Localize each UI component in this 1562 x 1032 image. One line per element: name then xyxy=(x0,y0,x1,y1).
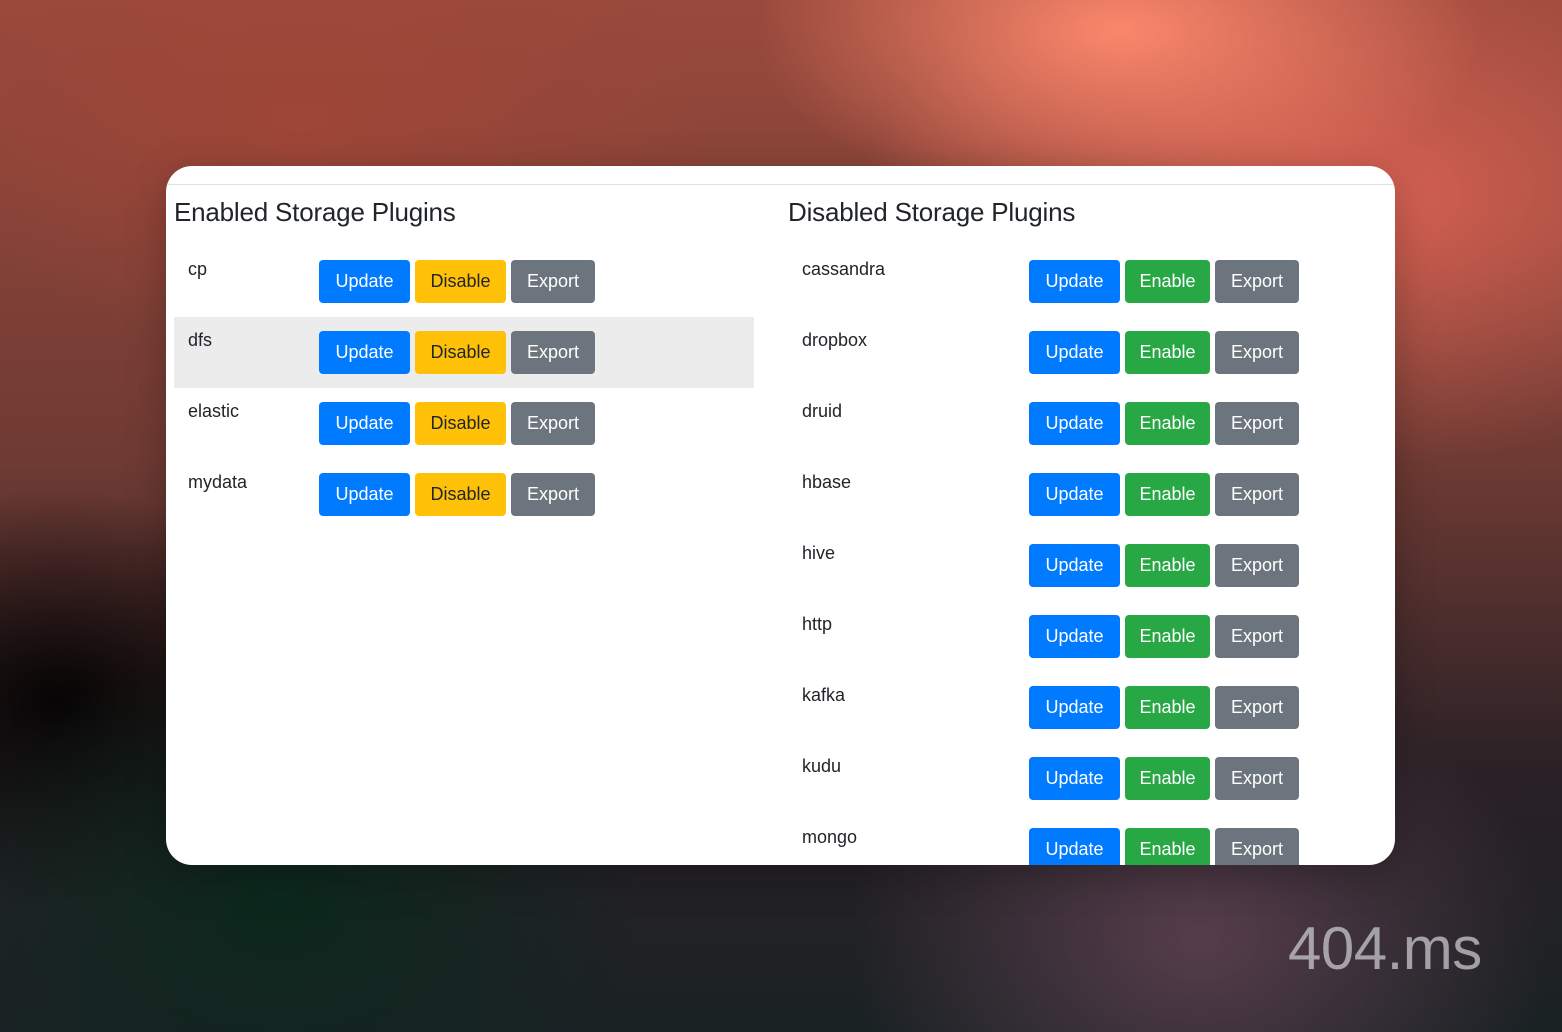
enable-button[interactable]: Enable xyxy=(1125,260,1210,303)
plugin-name: mydata xyxy=(188,472,248,492)
plugin-actions: Update Enable Export xyxy=(1029,260,1299,303)
plugin-name: dropbox xyxy=(802,330,868,350)
plugin-name: druid xyxy=(802,401,843,421)
plugin-name: hbase xyxy=(802,472,852,492)
plugin-name: cassandra xyxy=(802,259,886,279)
disable-button[interactable]: Disable xyxy=(415,260,506,303)
plugin-name: kudu xyxy=(802,756,842,776)
plugin-actions: Update Enable Export xyxy=(1029,686,1299,729)
enabled-plugins-section: Enabled Storage Plugins cp Update Disabl… xyxy=(174,194,754,530)
plugin-row-hbase: hbase Update Enable Export xyxy=(788,459,1378,530)
plugin-row-mongo: mongo Update Enable Export xyxy=(788,814,1378,865)
export-button[interactable]: Export xyxy=(1215,402,1299,445)
plugin-row-dropbox: dropbox Update Enable Export xyxy=(788,317,1378,388)
top-divider xyxy=(166,184,1395,185)
plugin-actions: Update Enable Export xyxy=(1029,544,1299,587)
enable-button[interactable]: Enable xyxy=(1125,757,1210,800)
enabled-plugins-list: cp Update Disable Export dfs Update Disa… xyxy=(174,246,754,530)
export-button[interactable]: Export xyxy=(1215,828,1299,865)
plugin-row-druid: druid Update Enable Export xyxy=(788,388,1378,459)
plugin-row-kudu: kudu Update Enable Export xyxy=(788,743,1378,814)
export-button[interactable]: Export xyxy=(1215,473,1299,516)
export-button[interactable]: Export xyxy=(511,473,595,516)
update-button[interactable]: Update xyxy=(1029,544,1120,587)
update-button[interactable]: Update xyxy=(1029,686,1120,729)
disabled-plugins-section: Disabled Storage Plugins cassandra Updat… xyxy=(788,194,1378,865)
plugin-name: http xyxy=(802,614,833,634)
update-button[interactable]: Update xyxy=(1029,402,1120,445)
plugin-name: cp xyxy=(188,259,208,279)
export-button[interactable]: Export xyxy=(511,402,595,445)
export-button[interactable]: Export xyxy=(1215,757,1299,800)
export-button[interactable]: Export xyxy=(1215,260,1299,303)
export-button[interactable]: Export xyxy=(1215,544,1299,587)
enable-button[interactable]: Enable xyxy=(1125,686,1210,729)
plugin-actions: Update Enable Export xyxy=(1029,473,1299,516)
plugin-name: elastic xyxy=(188,401,240,421)
update-button[interactable]: Update xyxy=(319,402,410,445)
plugin-actions: Update Enable Export xyxy=(1029,331,1299,374)
plugin-row-kafka: kafka Update Enable Export xyxy=(788,672,1378,743)
enable-button[interactable]: Enable xyxy=(1125,544,1210,587)
plugin-row-elastic: elastic Update Disable Export xyxy=(174,388,754,459)
disable-button[interactable]: Disable xyxy=(415,402,506,445)
update-button[interactable]: Update xyxy=(319,473,410,516)
enabled-plugins-title: Enabled Storage Plugins xyxy=(174,197,456,227)
enable-button[interactable]: Enable xyxy=(1125,615,1210,658)
enable-button[interactable]: Enable xyxy=(1125,331,1210,374)
update-button[interactable]: Update xyxy=(1029,473,1120,516)
plugin-row-cassandra: cassandra Update Enable Export xyxy=(788,246,1378,317)
plugin-name: kafka xyxy=(802,685,846,705)
plugin-row-hive: hive Update Enable Export xyxy=(788,530,1378,601)
update-button[interactable]: Update xyxy=(1029,331,1120,374)
plugin-actions: Update Disable Export xyxy=(319,473,595,516)
plugin-name: mongo xyxy=(802,827,858,847)
plugin-actions: Update Enable Export xyxy=(1029,615,1299,658)
plugin-row-mydata: mydata Update Disable Export xyxy=(174,459,754,530)
update-button[interactable]: Update xyxy=(319,260,410,303)
plugin-row-dfs: dfs Update Disable Export xyxy=(174,317,754,388)
export-button[interactable]: Export xyxy=(511,331,595,374)
disabled-plugins-title: Disabled Storage Plugins xyxy=(788,197,1076,227)
plugin-name: hive xyxy=(802,543,836,563)
app-window: Enabled Storage Plugins cp Update Disabl… xyxy=(166,166,1395,865)
disabled-plugins-list: cassandra Update Enable Export dropbox U… xyxy=(788,246,1378,865)
plugin-row-cp: cp Update Disable Export xyxy=(174,246,754,317)
update-button[interactable]: Update xyxy=(1029,615,1120,658)
disable-button[interactable]: Disable xyxy=(415,473,506,516)
update-button[interactable]: Update xyxy=(1029,260,1120,303)
enable-button[interactable]: Enable xyxy=(1125,828,1210,865)
disable-button[interactable]: Disable xyxy=(415,331,506,374)
update-button[interactable]: Update xyxy=(319,331,410,374)
plugin-actions: Update Disable Export xyxy=(319,402,595,445)
plugin-row-http: http Update Enable Export xyxy=(788,601,1378,672)
export-button[interactable]: Export xyxy=(1215,331,1299,374)
export-button[interactable]: Export xyxy=(511,260,595,303)
plugin-actions: Update Disable Export xyxy=(319,331,595,374)
update-button[interactable]: Update xyxy=(1029,828,1120,865)
export-button[interactable]: Export xyxy=(1215,686,1299,729)
plugin-actions: Update Enable Export xyxy=(1029,402,1299,445)
enable-button[interactable]: Enable xyxy=(1125,402,1210,445)
export-button[interactable]: Export xyxy=(1215,615,1299,658)
enable-button[interactable]: Enable xyxy=(1125,473,1210,516)
plugin-actions: Update Disable Export xyxy=(319,260,595,303)
watermark-text: 404.ms xyxy=(1288,915,1482,982)
update-button[interactable]: Update xyxy=(1029,757,1120,800)
plugin-actions: Update Enable Export xyxy=(1029,828,1299,865)
plugin-actions: Update Enable Export xyxy=(1029,757,1299,800)
plugin-name: dfs xyxy=(188,330,213,350)
